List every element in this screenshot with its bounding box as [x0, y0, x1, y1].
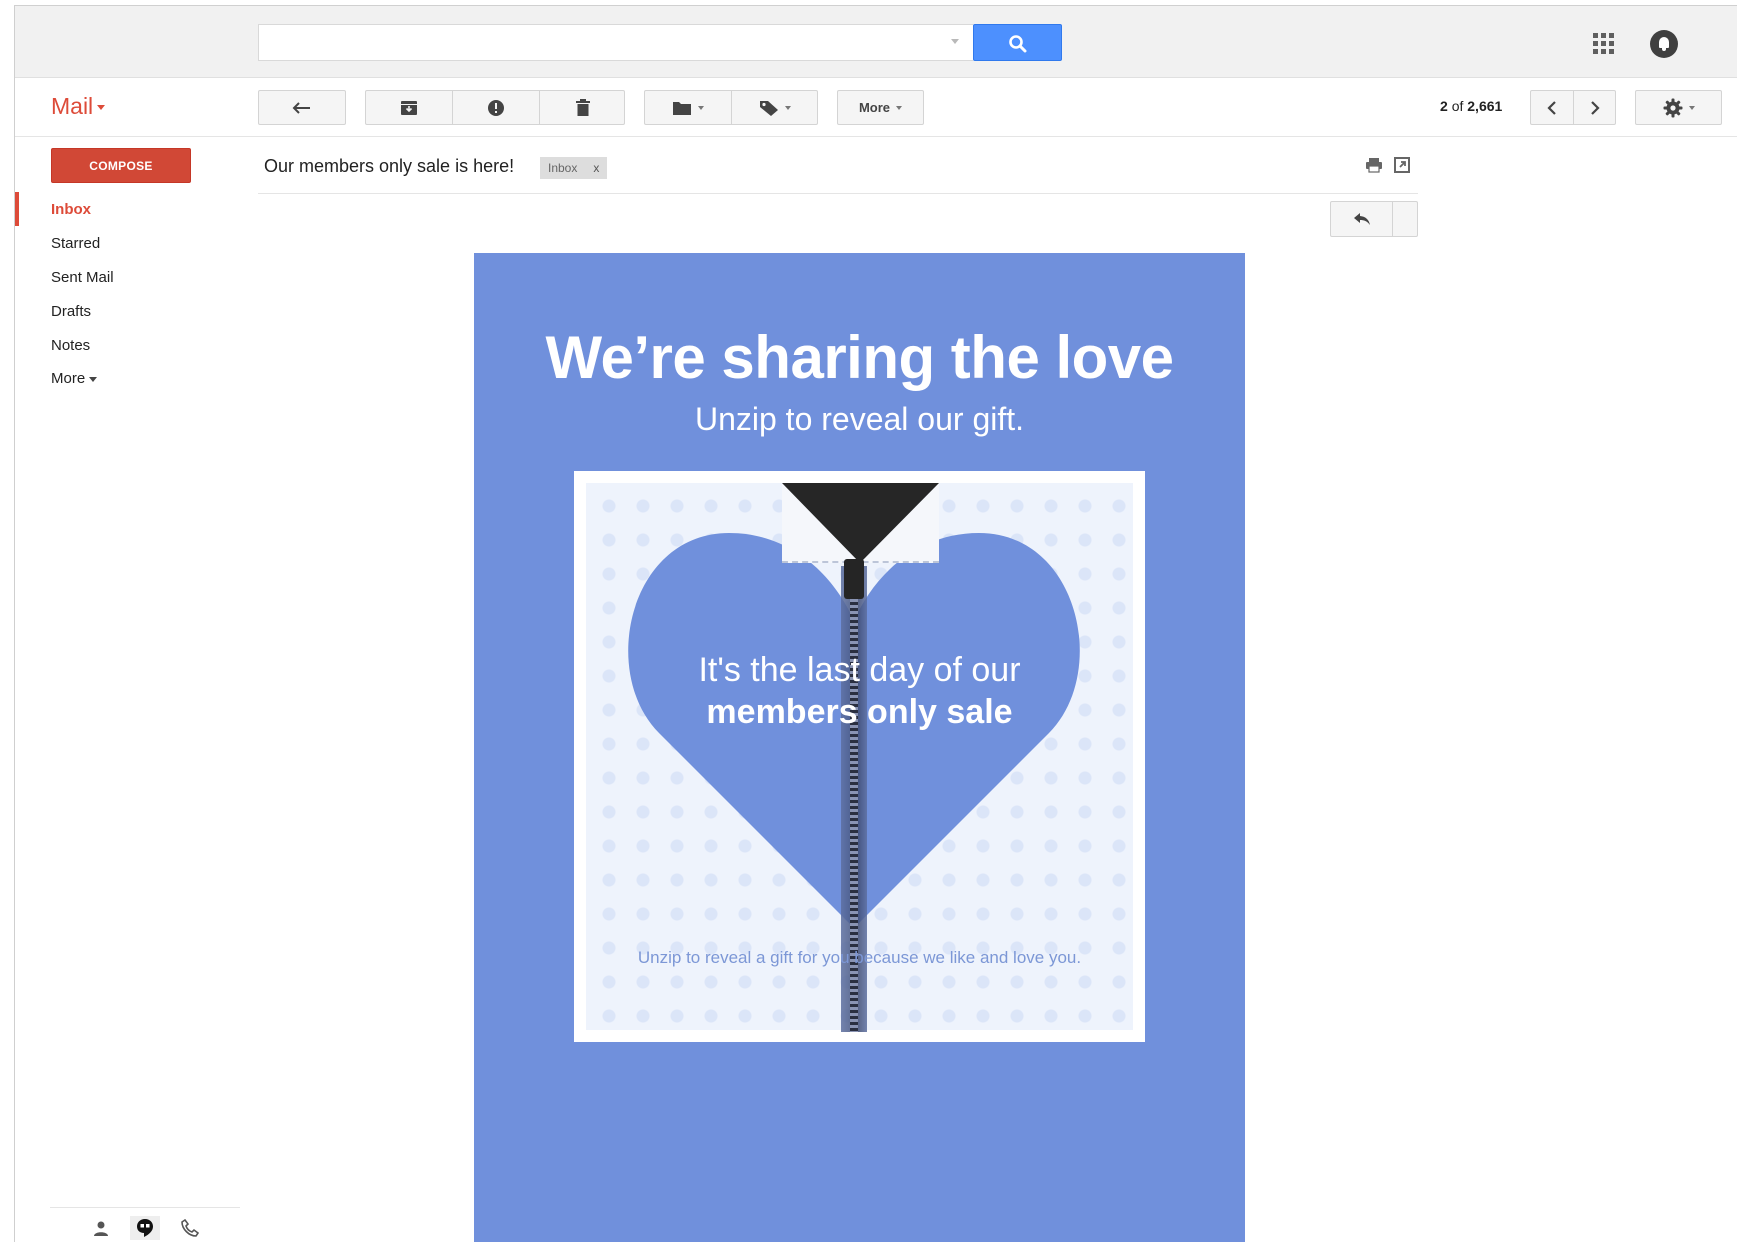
report-spam-icon [488, 99, 504, 116]
archive-button[interactable] [366, 91, 452, 124]
chevron-down-icon [89, 376, 98, 382]
move-label-button-group [644, 90, 818, 125]
mail-label-text: Mail [51, 93, 94, 119]
active-nav-indicator [15, 192, 19, 226]
promo-line-1: It's the last day of our [698, 651, 1021, 689]
new-window-icon[interactable] [1394, 157, 1410, 173]
sidebar-item-starred[interactable]: Starred [51, 235, 100, 252]
search-bar [258, 24, 1062, 61]
labels-button[interactable] [732, 91, 818, 124]
search-icon [1009, 35, 1027, 53]
sidebar-more-label: More [51, 370, 86, 387]
message-subject: Our members only sale is here! [264, 156, 515, 176]
chevron-right-icon [1591, 100, 1600, 115]
hangouts-icon [137, 1219, 153, 1237]
action-button-group [365, 90, 625, 125]
email-content: We’re sharing the love Unzip to reveal o… [474, 253, 1245, 1242]
chevron-down-icon [1688, 105, 1695, 110]
sidebar-footer-divider [50, 1207, 240, 1208]
person-icon [94, 1221, 108, 1236]
phone-icon [181, 1219, 199, 1237]
pager-of: of [1451, 98, 1464, 114]
back-button[interactable] [258, 90, 346, 125]
mail-chevron-down-icon [97, 105, 106, 111]
reply-more-button[interactable] [1393, 202, 1418, 236]
sidebar-item-more[interactable]: More [51, 370, 98, 387]
pager-count: 2 of 2,661 [1440, 98, 1502, 114]
folder-icon [673, 101, 691, 115]
chevron-down-icon [785, 105, 791, 110]
gear-icon [1663, 98, 1682, 117]
remove-label-button[interactable]: x [593, 161, 599, 175]
move-to-button[interactable] [645, 91, 731, 124]
top-bar [15, 6, 1737, 78]
more-actions-button[interactable]: More [837, 90, 924, 125]
sidebar-item-sent-mail[interactable]: Sent Mail [51, 269, 114, 286]
back-arrow-icon [292, 101, 310, 114]
notifications-icon[interactable] [1650, 30, 1678, 58]
reply-button[interactable] [1331, 202, 1392, 236]
archive-icon [401, 100, 417, 115]
sidebar-item-inbox[interactable]: Inbox [51, 201, 91, 218]
phone-tab[interactable] [175, 1216, 205, 1240]
inbox-label-chip: Inbox x [540, 157, 608, 179]
pager-total: 2,661 [1467, 98, 1503, 114]
search-input[interactable] [258, 24, 973, 61]
toolbar-divider [15, 136, 1737, 137]
hangouts-tab[interactable] [130, 1216, 160, 1240]
pager-buttons [1530, 90, 1616, 125]
compose-button[interactable]: COMPOSE [51, 148, 191, 183]
sidebar-item-drafts[interactable]: Drafts [51, 303, 91, 320]
promo-card[interactable]: It's the last day of our members only sa… [574, 471, 1145, 1042]
email-headline: We’re sharing the love [545, 324, 1174, 391]
label-tag-icon [760, 100, 778, 116]
zipper-pull-icon[interactable] [844, 559, 864, 599]
gmail-window: Mail More 2 of 2,661 COMPOSE Inbox Starr… [0, 0, 1737, 1242]
apps-grid-icon[interactable] [1593, 33, 1615, 55]
settings-button[interactable] [1635, 90, 1722, 125]
promo-line-2: members only sale [706, 693, 1013, 731]
chevron-down-icon [698, 105, 704, 110]
label-chip-text[interactable]: Inbox [548, 161, 577, 175]
subject-divider [258, 193, 1418, 194]
chevron-left-icon [1547, 100, 1556, 115]
pager-position: 2 [1440, 98, 1448, 114]
print-icon[interactable] [1365, 157, 1383, 173]
search-button[interactable] [973, 24, 1062, 61]
more-actions-label: More [858, 100, 891, 115]
zipper-flap [782, 483, 939, 563]
reply-button-group [1330, 201, 1418, 237]
reply-icon [1353, 213, 1370, 225]
mail-switcher[interactable]: Mail [51, 93, 106, 120]
contacts-tab[interactable] [86, 1216, 116, 1240]
chevron-down-icon [896, 105, 903, 110]
older-button[interactable] [1531, 91, 1573, 124]
sidebar-item-notes[interactable]: Notes [51, 337, 90, 354]
report-spam-button[interactable] [453, 91, 539, 124]
trash-icon [576, 98, 590, 116]
delete-button[interactable] [540, 91, 626, 124]
email-subhead: Unzip to reveal our gift. [694, 401, 1025, 437]
promo-caption: Unzip to reveal a gift for you because w… [637, 948, 1082, 967]
newer-button[interactable] [1574, 91, 1616, 124]
search-options-chevron-icon[interactable] [951, 39, 959, 44]
